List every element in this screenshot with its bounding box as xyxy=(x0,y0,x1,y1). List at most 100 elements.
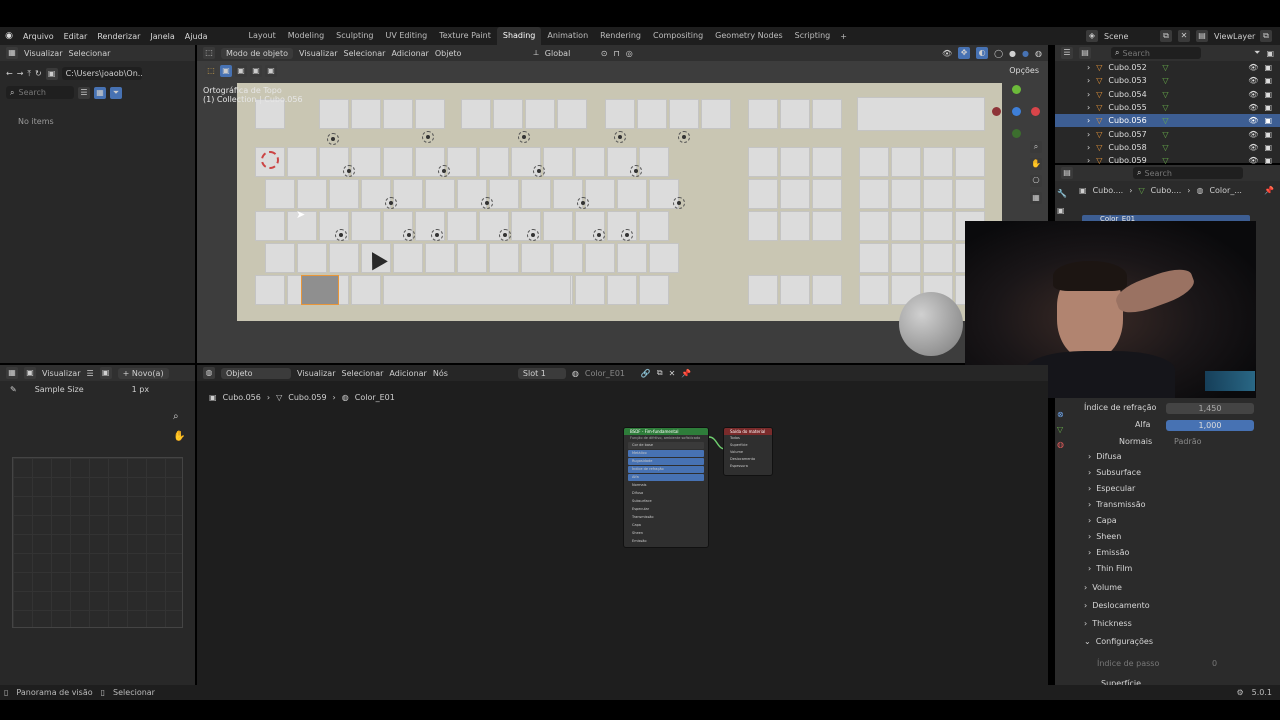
property-group-row[interactable]: › Deslocamento xyxy=(1084,601,1153,619)
light-object-icon[interactable] xyxy=(327,133,339,145)
keycap[interactable] xyxy=(351,147,381,177)
keycap[interactable] xyxy=(265,243,295,273)
menu-0[interactable]: Arquivo xyxy=(18,32,59,41)
visibility-eye-icon[interactable]: 👁 xyxy=(1248,90,1258,99)
workspace-tab-0[interactable]: Layout xyxy=(243,27,282,45)
light-object-icon[interactable] xyxy=(438,165,450,177)
visibility-eye-icon[interactable]: 👁 xyxy=(1248,76,1258,85)
render-camera-icon[interactable]: ▣ xyxy=(1264,103,1280,112)
scene-name[interactable]: Scene xyxy=(1104,32,1154,41)
menu-4[interactable]: Ajuda xyxy=(180,32,213,41)
keycap[interactable] xyxy=(585,243,615,273)
keycap[interactable] xyxy=(351,275,381,305)
keycap[interactable] xyxy=(383,99,413,129)
keycap[interactable] xyxy=(255,211,285,241)
bsdf-section-row[interactable]: › Subsurface xyxy=(1088,468,1146,484)
keycap[interactable] xyxy=(425,179,455,209)
pass-index-field[interactable]: 0 xyxy=(1212,659,1217,668)
image-canvas[interactable] xyxy=(12,457,183,628)
expand-icon[interactable]: › xyxy=(1087,156,1090,165)
keycap[interactable] xyxy=(639,275,669,305)
keycap[interactable] xyxy=(425,243,455,273)
material-tab-icon[interactable]: ◍ xyxy=(1057,440,1064,449)
keycap[interactable] xyxy=(639,211,669,241)
view-layer-name[interactable]: ViewLayer xyxy=(1214,32,1255,41)
bsdf-socket-row[interactable]: Normais xyxy=(628,482,704,489)
editor-type-icon[interactable]: ▦ xyxy=(6,47,18,59)
keycap[interactable] xyxy=(543,147,573,177)
light-object-icon[interactable] xyxy=(335,229,347,241)
keycap[interactable] xyxy=(649,243,679,273)
bsdf-socket-row[interactable]: Rugosidade xyxy=(628,458,704,465)
workspace-tab-1[interactable]: Modeling xyxy=(282,27,330,45)
editor-type-icon[interactable]: ◍ xyxy=(203,367,215,379)
shading-wire-icon[interactable]: ◯ xyxy=(994,49,1003,58)
select-extend-icon[interactable]: ▣ xyxy=(235,65,247,77)
bsdf-section-row[interactable]: › Transmissão xyxy=(1088,500,1146,516)
keycap[interactable] xyxy=(329,179,359,209)
property-group-row[interactable]: › Thickness xyxy=(1084,619,1153,637)
output-socket-row[interactable]: Superfície xyxy=(724,442,772,449)
forward-icon[interactable]: → xyxy=(17,69,24,78)
expand-icon[interactable]: › xyxy=(1087,103,1090,112)
keycap[interactable] xyxy=(493,99,523,129)
keycap[interactable] xyxy=(639,147,669,177)
light-object-icon[interactable] xyxy=(422,131,434,143)
viewport-menu-selecionar[interactable]: Selecionar xyxy=(344,49,386,58)
new-image-button[interactable]: + Novo(a) xyxy=(117,367,169,379)
light-object-icon[interactable] xyxy=(621,229,633,241)
list-view-icon[interactable]: ☰ xyxy=(78,86,90,99)
output-socket-row[interactable]: Espessura xyxy=(724,463,772,470)
outliner-row[interactable]: › ▽ Cubo.058 ▽ 👁 ▣ xyxy=(1055,141,1280,154)
keycap[interactable] xyxy=(859,243,889,273)
proportional-icon[interactable]: ◎ xyxy=(626,49,633,58)
bsdf-socket-row[interactable]: Metálico xyxy=(628,450,704,457)
display-mode-icon[interactable]: ▤ xyxy=(1079,47,1091,59)
viewport-menu-adicionar[interactable]: Adicionar xyxy=(391,49,428,58)
keycap[interactable] xyxy=(489,179,519,209)
keycap[interactable] xyxy=(585,179,615,209)
keycap[interactable] xyxy=(701,99,731,129)
filter-icon[interactable]: ⏷ xyxy=(1254,48,1260,58)
workspace-tab-8[interactable]: Compositing xyxy=(647,27,709,45)
keycap[interactable] xyxy=(287,147,317,177)
keycap[interactable] xyxy=(748,275,778,305)
workspace-tab-9[interactable]: Geometry Nodes xyxy=(709,27,788,45)
bsdf-socket-row[interactable]: Índice de refração xyxy=(628,466,704,473)
keycap[interactable] xyxy=(525,99,555,129)
pan-hand-icon[interactable]: ✋ xyxy=(173,431,185,442)
keycap[interactable] xyxy=(748,147,778,177)
keycap[interactable] xyxy=(891,211,921,241)
keycap[interactable] xyxy=(351,211,381,241)
outliner-row[interactable]: › ▽ Cubo.054 ▽ 👁 ▣ xyxy=(1055,88,1280,101)
keycap[interactable] xyxy=(617,243,647,273)
keycap[interactable] xyxy=(859,211,889,241)
keycap[interactable] xyxy=(255,275,285,305)
outliner-row[interactable]: › ▽ Cubo.053 ▽ 👁 ▣ xyxy=(1055,74,1280,87)
keycap[interactable] xyxy=(780,211,810,241)
keyboard-model[interactable] xyxy=(237,83,1002,321)
keycap[interactable] xyxy=(812,99,842,129)
keycap[interactable] xyxy=(923,211,953,241)
keycap[interactable] xyxy=(780,275,810,305)
bsdf-section-row[interactable]: › Especular xyxy=(1088,484,1146,500)
workspace-tab-5[interactable]: Shading xyxy=(496,27,542,45)
new-view-layer-icon[interactable]: ⧉ xyxy=(1260,30,1272,42)
keycap[interactable] xyxy=(447,211,477,241)
keycap[interactable] xyxy=(923,179,953,209)
keycap[interactable] xyxy=(812,275,842,305)
menu-3[interactable]: Janela xyxy=(145,32,179,41)
keycap[interactable] xyxy=(521,243,551,273)
pivot-icon[interactable]: ⊙ xyxy=(601,49,608,58)
keycap[interactable] xyxy=(891,243,921,273)
light-object-icon[interactable] xyxy=(385,197,397,209)
orientation-select[interactable]: Global xyxy=(545,49,595,58)
visibility-eye-icon[interactable]: 👁 xyxy=(1248,63,1258,72)
keycap[interactable] xyxy=(669,99,699,129)
bsdf-socket-row[interactable]: Emissão xyxy=(628,538,704,545)
add-workspace-icon[interactable]: + xyxy=(840,32,847,41)
bsdf-section-row[interactable]: › Emissão xyxy=(1088,548,1146,564)
expand-icon[interactable]: › xyxy=(1087,63,1090,72)
properties-search-input[interactable]: ⌕ Search xyxy=(1133,167,1243,179)
keycap[interactable] xyxy=(607,275,637,305)
